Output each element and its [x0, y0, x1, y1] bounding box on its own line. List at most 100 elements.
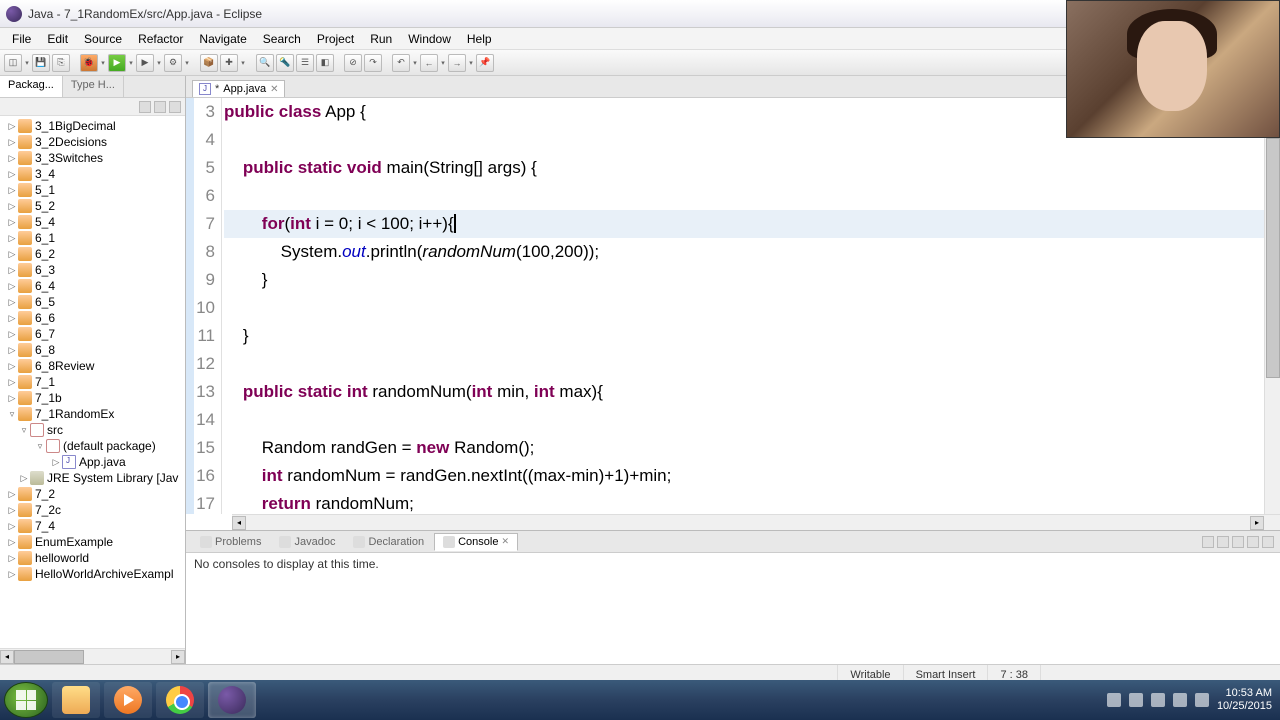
expand-icon[interactable]: ▷	[6, 345, 18, 356]
expand-icon[interactable]: ▷	[6, 377, 18, 388]
expand-icon[interactable]: ▷	[6, 201, 18, 212]
dropdown-icon[interactable]: ▾	[440, 59, 446, 67]
expand-icon[interactable]: ▷	[18, 473, 30, 484]
menu-search[interactable]: Search	[255, 30, 309, 48]
tree-item[interactable]: ▷5_4	[0, 214, 185, 230]
taskbar-eclipse[interactable]	[208, 682, 256, 718]
code-line[interactable]	[224, 294, 1264, 322]
coverage-button[interactable]: ▶	[136, 54, 154, 72]
run-button[interactable]: ▶	[108, 54, 126, 72]
close-tab-icon[interactable]: ✕	[501, 536, 509, 547]
expand-icon[interactable]: ▷	[6, 489, 18, 500]
taskbar-chrome[interactable]	[156, 682, 204, 718]
code-line[interactable]: }	[224, 322, 1264, 350]
javadoc-tab[interactable]: Javadoc	[271, 534, 343, 550]
forward-button[interactable]: →	[448, 54, 466, 72]
toggle-breadcrumb-button[interactable]: ☰	[296, 54, 314, 72]
tree-item[interactable]: ▷5_1	[0, 182, 185, 198]
horizontal-scrollbar[interactable]: ◂ ▸	[0, 648, 185, 664]
expand-icon[interactable]: ▷	[6, 553, 18, 564]
expand-icon[interactable]: ▷	[6, 297, 18, 308]
tree-item[interactable]: ▷5_2	[0, 198, 185, 214]
dropdown-icon[interactable]: ▾	[240, 59, 246, 67]
view-menu-icon[interactable]	[169, 101, 181, 113]
scroll-right-icon[interactable]: ▸	[1250, 516, 1264, 530]
project-tree[interactable]: ▷3_1BigDecimal▷3_2Decisions▷3_3Switches▷…	[0, 116, 185, 648]
pin-button[interactable]: 📌	[476, 54, 494, 72]
tree-item[interactable]: ▷6_3	[0, 262, 185, 278]
expand-icon[interactable]: ▷	[6, 169, 18, 180]
scroll-left-icon[interactable]: ◂	[0, 650, 14, 664]
tree-item[interactable]: ▷3_1BigDecimal	[0, 118, 185, 134]
vertical-scrollbar[interactable]	[1264, 98, 1280, 514]
dropdown-icon[interactable]: ▾	[184, 59, 190, 67]
last-edit-button[interactable]: ↶	[392, 54, 410, 72]
dropdown-icon[interactable]: ▾	[156, 59, 162, 67]
tray-volume-icon[interactable]	[1195, 693, 1209, 707]
tray-battery-icon[interactable]	[1173, 693, 1187, 707]
menu-edit[interactable]: Edit	[39, 30, 76, 48]
dropdown-icon[interactable]: ▾	[100, 59, 106, 67]
new-package-button[interactable]: 📦	[200, 54, 218, 72]
tree-item[interactable]: ▿(default package)	[0, 438, 185, 454]
code-editor[interactable]: 34567891011121314151617 public class App…	[186, 98, 1280, 514]
expand-icon[interactable]: ▷	[6, 505, 18, 516]
tree-item[interactable]: ▿7_1RandomEx	[0, 406, 185, 422]
dropdown-icon[interactable]: ▾	[468, 59, 474, 67]
expand-icon[interactable]: ▷	[6, 137, 18, 148]
code-line[interactable]	[224, 406, 1264, 434]
menu-navigate[interactable]: Navigate	[191, 30, 254, 48]
expand-icon[interactable]: ▿	[6, 409, 18, 420]
taskbar-explorer[interactable]	[52, 682, 100, 718]
tree-item[interactable]: ▷3_4	[0, 166, 185, 182]
expand-icon[interactable]: ▷	[6, 329, 18, 340]
step-button[interactable]: ↷	[364, 54, 382, 72]
save-button[interactable]: 💾	[32, 54, 50, 72]
editor-h-scrollbar[interactable]: ◂ ▸	[232, 514, 1280, 530]
back-button[interactable]: ←	[420, 54, 438, 72]
expand-icon[interactable]: ▿	[34, 441, 46, 452]
dropdown-icon[interactable]: ▾	[412, 59, 418, 67]
tree-item[interactable]: ▷6_2	[0, 246, 185, 262]
maximize-view-icon[interactable]	[1262, 536, 1274, 548]
code-line[interactable]	[224, 350, 1264, 378]
menu-source[interactable]: Source	[76, 30, 130, 48]
code-line[interactable]: public static void main(String[] args) {	[224, 154, 1264, 182]
tree-item[interactable]: ▷HelloWorldArchiveExampl	[0, 566, 185, 582]
mark-occurrences-button[interactable]: ◧	[316, 54, 334, 72]
code-line[interactable]: }	[224, 266, 1264, 294]
expand-icon[interactable]: ▷	[6, 521, 18, 532]
pin-console-icon[interactable]	[1202, 536, 1214, 548]
taskbar-clock[interactable]: 10:53 AM 10/25/2015	[1217, 687, 1272, 713]
problems-tab[interactable]: Problems	[192, 534, 269, 550]
external-tools-button[interactable]: ⚙	[164, 54, 182, 72]
tree-item[interactable]: ▷EnumExample	[0, 534, 185, 550]
tree-item[interactable]: ▷6_7	[0, 326, 185, 342]
dropdown-icon[interactable]: ▾	[24, 59, 30, 67]
tree-item[interactable]: ▷7_2c	[0, 502, 185, 518]
tree-item[interactable]: ▷6_6	[0, 310, 185, 326]
expand-icon[interactable]: ▷	[6, 537, 18, 548]
expand-icon[interactable]: ▷	[6, 569, 18, 580]
expand-icon[interactable]: ▷	[6, 233, 18, 244]
tree-item[interactable]: ▷3_3Switches	[0, 150, 185, 166]
code-line[interactable]	[224, 182, 1264, 210]
open-type-button[interactable]: 🔍	[256, 54, 274, 72]
code-line[interactable]: Random randGen = new Random();	[224, 434, 1264, 462]
start-button[interactable]	[4, 682, 48, 718]
taskbar-media-player[interactable]	[104, 682, 152, 718]
expand-icon[interactable]: ▷	[6, 265, 18, 276]
tree-item[interactable]: ▷helloworld	[0, 550, 185, 566]
save-all-button[interactable]: ⎘	[52, 54, 70, 72]
expand-icon[interactable]: ▷	[6, 153, 18, 164]
tree-item[interactable]: ▷6_1	[0, 230, 185, 246]
tree-item[interactable]: ▷7_1	[0, 374, 185, 390]
tree-item[interactable]: ▷6_5	[0, 294, 185, 310]
menu-project[interactable]: Project	[309, 30, 362, 48]
scroll-thumb[interactable]	[1266, 138, 1280, 378]
package-explorer-tab[interactable]: Packag...	[0, 76, 63, 97]
tray-action-center-icon[interactable]	[1129, 693, 1143, 707]
expand-icon[interactable]: ▷	[6, 217, 18, 228]
dropdown-icon[interactable]: ▾	[128, 59, 134, 67]
code-line[interactable]: System.out.println(randomNum(100,200));	[224, 238, 1264, 266]
